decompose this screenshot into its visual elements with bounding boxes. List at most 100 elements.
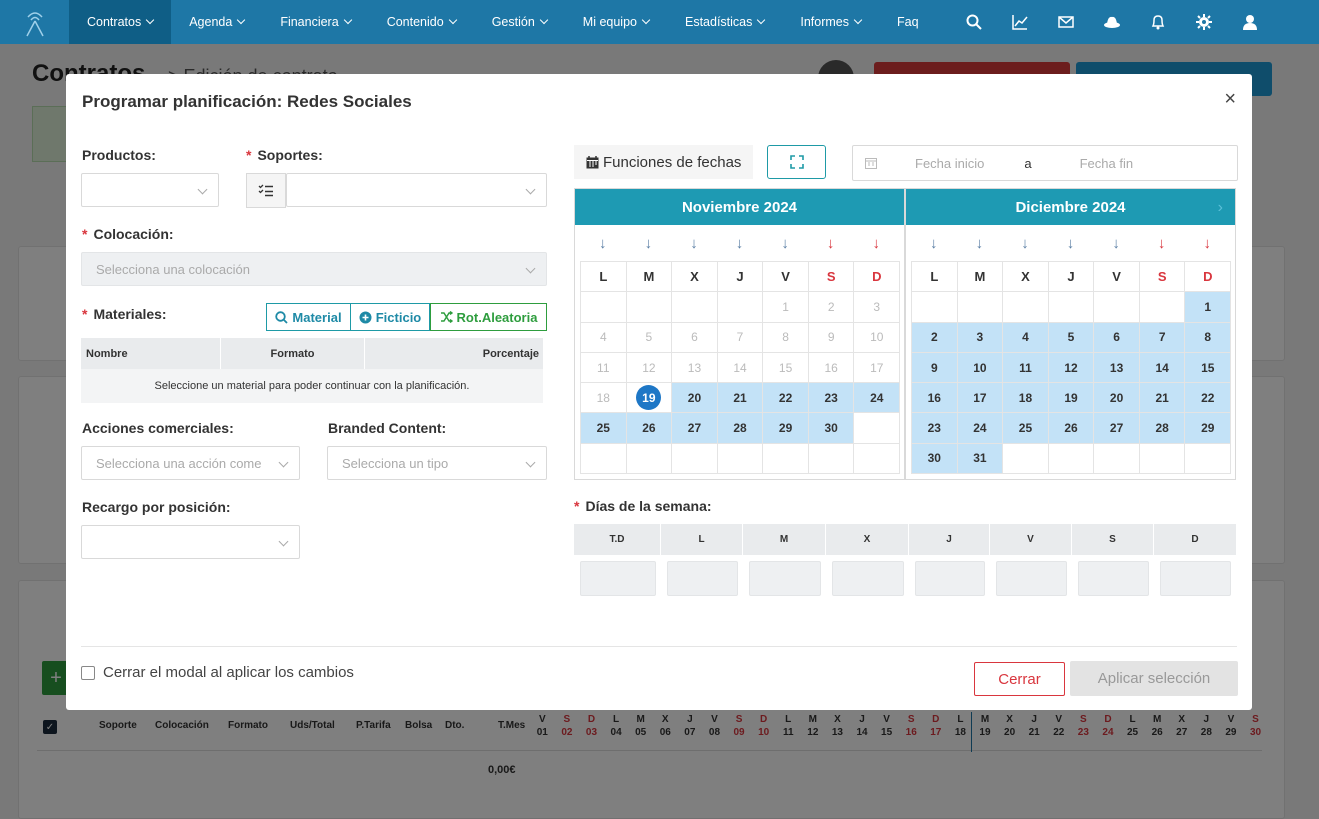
weekday-header[interactable]: L: [911, 261, 958, 293]
weekday-header[interactable]: M: [625, 261, 673, 293]
select-column-arrow-icon[interactable]: ↓: [957, 235, 1003, 252]
calendar-day[interactable]: 6: [1093, 321, 1140, 353]
soportes-select[interactable]: [286, 173, 547, 207]
calendar-day[interactable]: 4: [1002, 321, 1049, 353]
select-column-arrow-icon[interactable]: ↓: [853, 235, 899, 252]
calendar-day[interactable]: 23: [911, 412, 958, 444]
select-column-arrow-icon[interactable]: ↓: [1093, 235, 1139, 252]
select-column-arrow-icon[interactable]: ↓: [580, 235, 626, 252]
calendar-day[interactable]: 24: [956, 412, 1004, 444]
weekday-header[interactable]: V: [1093, 261, 1140, 293]
calendar-day[interactable]: 20: [671, 382, 718, 414]
fecha-inicio-input[interactable]: Fecha inicio: [915, 156, 984, 171]
nav-item-informes[interactable]: Informes: [782, 0, 879, 44]
nav-item-agenda[interactable]: Agenda: [171, 0, 262, 44]
weekday-header[interactable]: M: [956, 261, 1004, 293]
weekday-header[interactable]: L: [580, 261, 627, 293]
calendar-day[interactable]: 16: [911, 382, 958, 414]
chart-icon[interactable]: [997, 0, 1043, 44]
select-column-arrow-icon[interactable]: ↓: [762, 235, 808, 252]
bell-icon[interactable]: [1135, 0, 1181, 44]
select-column-arrow-icon[interactable]: ↓: [1184, 235, 1230, 252]
close-on-apply-row[interactable]: Cerrar el modal al aplicar los cambios: [81, 664, 354, 681]
calendar-day[interactable]: 10: [956, 351, 1004, 384]
close-on-apply-checkbox[interactable]: [81, 665, 95, 680]
weekday-header[interactable]: X: [1002, 261, 1049, 293]
recargo-select[interactable]: [81, 525, 300, 559]
chevron-right-icon[interactable]: ›: [1218, 199, 1223, 217]
calendar-day[interactable]: 20: [1093, 382, 1140, 414]
day-input-l[interactable]: [667, 561, 738, 596]
weekday-header[interactable]: S: [1138, 261, 1186, 293]
calendar-day[interactable]: 11: [1002, 351, 1049, 384]
hat-icon[interactable]: [1089, 0, 1135, 44]
day-input-x[interactable]: [832, 561, 904, 596]
calendar-day[interactable]: 7: [1138, 321, 1186, 353]
checklist-icon[interactable]: [246, 173, 286, 208]
nav-item-mi-equipo[interactable]: Mi equipo: [565, 0, 667, 44]
aplicar-button[interactable]: Aplicar selección: [1070, 661, 1238, 696]
weekday-header[interactable]: V: [762, 261, 809, 293]
calendar-day[interactable]: 18: [1002, 382, 1049, 414]
expand-icon[interactable]: [767, 145, 826, 179]
productos-select[interactable]: [81, 173, 219, 207]
colocacion-select[interactable]: Selecciona una colocación: [81, 252, 547, 286]
select-column-arrow-icon[interactable]: ↓: [911, 235, 957, 252]
weekday-header[interactable]: D: [1184, 261, 1232, 293]
day-input-v[interactable]: [996, 561, 1067, 596]
day-input-j[interactable]: [915, 561, 985, 596]
close-icon[interactable]: ×: [1224, 88, 1236, 111]
date-range-input[interactable]: Fecha inicio a Fecha fin: [852, 145, 1238, 181]
mail-icon[interactable]: [1043, 0, 1089, 44]
calendar-day[interactable]: 23: [807, 382, 855, 414]
select-column-arrow-icon[interactable]: ↓: [1002, 235, 1048, 252]
select-column-arrow-icon[interactable]: ↓: [1139, 235, 1185, 252]
calendar-day[interactable]: 24: [853, 382, 901, 414]
calendar-day[interactable]: 31: [956, 442, 1004, 475]
weekday-header[interactable]: D: [853, 261, 901, 293]
select-column-arrow-icon[interactable]: ↓: [808, 235, 854, 252]
calendar-day[interactable]: 27: [671, 412, 718, 444]
select-column-arrow-icon[interactable]: ↓: [671, 235, 717, 252]
calendar-day[interactable]: 3: [956, 321, 1004, 353]
calendar-day[interactable]: 15: [1184, 351, 1232, 384]
calendar-day[interactable]: 28: [716, 412, 764, 444]
calendar-day[interactable]: 13: [1093, 351, 1140, 384]
day-input-m[interactable]: [749, 561, 821, 596]
day-input-s[interactable]: [1078, 561, 1149, 596]
calendar-day[interactable]: 12: [1047, 351, 1095, 384]
nav-faq[interactable]: Faq: [879, 0, 937, 44]
nav-item-contratos[interactable]: Contratos: [69, 0, 172, 44]
select-column-arrow-icon[interactable]: ↓: [626, 235, 672, 252]
select-column-arrow-icon[interactable]: ↓: [717, 235, 763, 252]
fecha-fin-input[interactable]: Fecha fin: [1080, 156, 1133, 171]
nav-item-gestión[interactable]: Gestión: [474, 0, 565, 44]
calendar-day[interactable]: 26: [1047, 412, 1095, 444]
calendar-day[interactable]: 30: [807, 412, 855, 444]
search-icon[interactable]: [951, 0, 997, 44]
calendar-day[interactable]: 25: [1002, 412, 1049, 444]
calendar-day[interactable]: 29: [1184, 412, 1232, 444]
rot-aleatoria-button[interactable]: Rot.Aleatoria: [430, 303, 547, 331]
calendar-day[interactable]: 27: [1093, 412, 1140, 444]
weekday-header[interactable]: J: [1047, 261, 1095, 293]
material-button[interactable]: Material: [266, 303, 351, 331]
weekday-header[interactable]: J: [716, 261, 764, 293]
calendar-day[interactable]: 1: [1184, 291, 1232, 323]
calendar-day[interactable]: 25: [580, 412, 627, 444]
calendar-day[interactable]: 21: [1138, 382, 1186, 414]
branded-select[interactable]: Selecciona un tipo: [327, 446, 547, 480]
calendar-day[interactable]: 22: [762, 382, 809, 414]
calendar-day[interactable]: 17: [956, 382, 1004, 414]
calendar-day[interactable]: 19: [1047, 382, 1095, 414]
calendar-day[interactable]: 8: [1184, 321, 1232, 353]
gear-icon[interactable]: [1181, 0, 1227, 44]
calendar-day[interactable]: 5: [1047, 321, 1095, 353]
cerrar-button[interactable]: Cerrar: [974, 662, 1065, 696]
calendar-day[interactable]: 26: [625, 412, 673, 444]
acciones-select[interactable]: Selecciona una acción come: [81, 446, 300, 480]
calendar-day-today[interactable]: 19: [625, 382, 673, 414]
nav-item-estadísticas[interactable]: Estadísticas: [667, 0, 782, 44]
select-column-arrow-icon[interactable]: ↓: [1048, 235, 1094, 252]
funciones-fechas-button[interactable]: Funciones de fechas: [574, 145, 754, 179]
